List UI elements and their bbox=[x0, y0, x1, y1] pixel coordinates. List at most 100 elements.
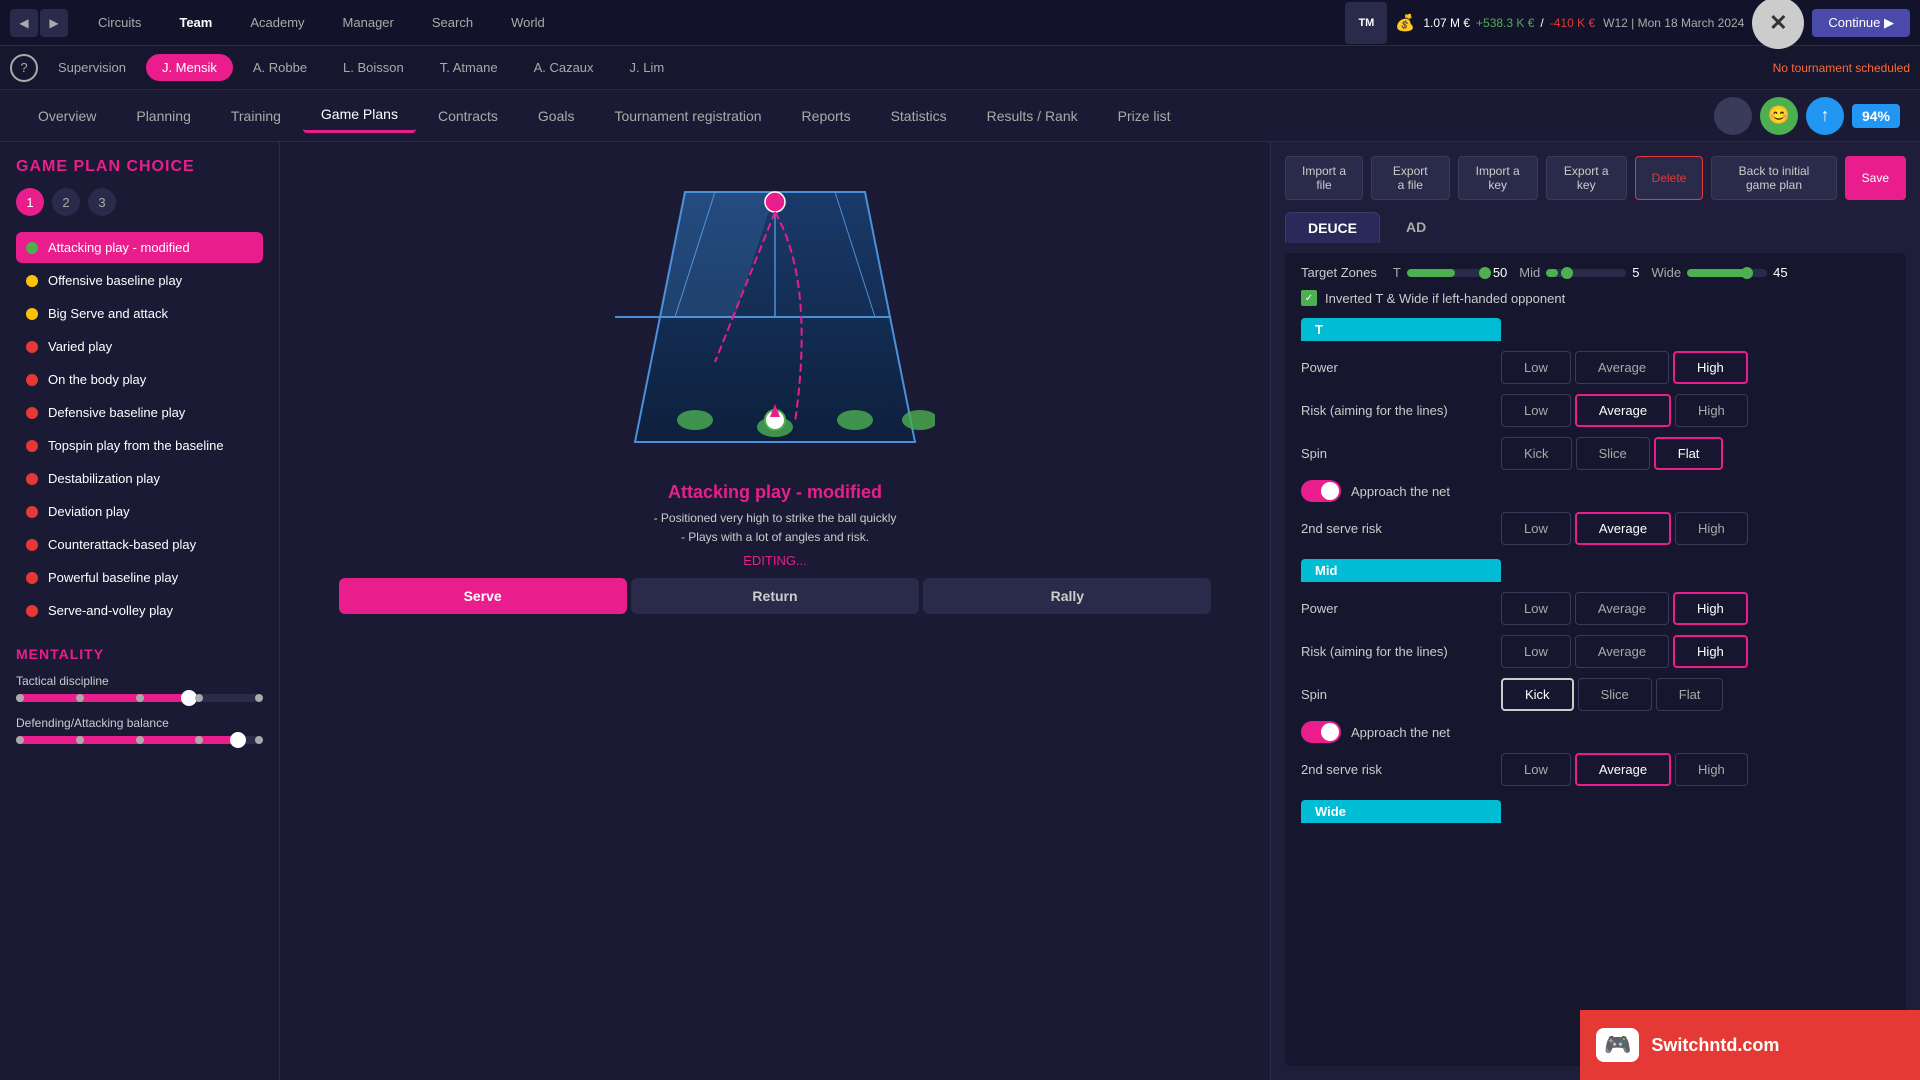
player-tab-3[interactable]: T. Atmane bbox=[424, 54, 514, 81]
save-button[interactable]: Save bbox=[1845, 156, 1906, 200]
t-power-low[interactable]: Low bbox=[1501, 351, 1571, 384]
play-item-2[interactable]: Big Serve and attack bbox=[16, 298, 263, 329]
export-key-button[interactable]: Export a key bbox=[1546, 156, 1627, 200]
play-item-4[interactable]: On the body play bbox=[16, 364, 263, 395]
mid-spin-slice[interactable]: Slice bbox=[1578, 678, 1652, 711]
play-dot-3 bbox=[26, 341, 38, 353]
continue-button[interactable]: Continue ▶ bbox=[1812, 9, 1910, 37]
nav-forward[interactable]: ▶ bbox=[40, 9, 68, 37]
mid-2ndserve-row: 2nd serve risk Low Average High bbox=[1301, 753, 1890, 786]
play-dot-1 bbox=[26, 275, 38, 287]
help-icon[interactable]: ? bbox=[10, 54, 38, 82]
play-item-8[interactable]: Deviation play bbox=[16, 496, 263, 527]
player-tab-4[interactable]: A. Cazaux bbox=[518, 54, 610, 81]
delete-button[interactable]: Delete bbox=[1635, 156, 1704, 200]
mid-2ndserve-low[interactable]: Low bbox=[1501, 753, 1571, 786]
player-tab-1[interactable]: A. Robbe bbox=[237, 54, 323, 81]
mid-2ndserve-average[interactable]: Average bbox=[1575, 753, 1671, 786]
close-button[interactable]: ✕ bbox=[1752, 0, 1804, 49]
zone-mid-slider[interactable] bbox=[1546, 269, 1626, 277]
nav-reports[interactable]: Reports bbox=[784, 100, 869, 132]
export-file-button[interactable]: Export a file bbox=[1371, 156, 1449, 200]
t-risk-average[interactable]: Average bbox=[1575, 394, 1671, 427]
player-tab-0[interactable]: J. Mensik bbox=[146, 54, 233, 81]
player-tab-2[interactable]: L. Boisson bbox=[327, 54, 420, 81]
return-button[interactable]: Return bbox=[631, 578, 919, 614]
nav-search[interactable]: Search bbox=[414, 9, 491, 36]
t-spin-flat[interactable]: Flat bbox=[1654, 437, 1724, 470]
mid-approach-toggle[interactable] bbox=[1301, 721, 1341, 743]
nav-tournament-reg[interactable]: Tournament registration bbox=[596, 100, 779, 132]
income-negative: -410 K € bbox=[1550, 16, 1595, 30]
play-item-10[interactable]: Powerful baseline play bbox=[16, 562, 263, 593]
t-risk-high[interactable]: High bbox=[1675, 394, 1748, 427]
zone-t-section: T Power Low Average High Risk (aiming fo… bbox=[1301, 318, 1890, 545]
nav-back[interactable]: ◀ bbox=[10, 9, 38, 37]
deuce-ad-tabs: DEUCE AD bbox=[1285, 212, 1906, 243]
nav-training[interactable]: Training bbox=[213, 100, 299, 132]
nav-prizelist[interactable]: Prize list bbox=[1100, 100, 1189, 132]
t-power-high[interactable]: High bbox=[1673, 351, 1748, 384]
import-key-button[interactable]: Import a key bbox=[1458, 156, 1538, 200]
nav-contracts[interactable]: Contracts bbox=[420, 100, 516, 132]
rally-button[interactable]: Rally bbox=[923, 578, 1211, 614]
nav-team[interactable]: Team bbox=[161, 9, 230, 36]
nav-goals[interactable]: Goals bbox=[520, 100, 593, 132]
deuce-tab[interactable]: DEUCE bbox=[1285, 212, 1380, 243]
play-item-3[interactable]: Varied play bbox=[16, 331, 263, 362]
zone-wide-slider[interactable] bbox=[1687, 269, 1767, 277]
nav-world[interactable]: World bbox=[493, 9, 563, 36]
t-approach-toggle[interactable] bbox=[1301, 480, 1341, 502]
mid-power-high[interactable]: High bbox=[1673, 592, 1748, 625]
nav-overview[interactable]: Overview bbox=[20, 100, 114, 132]
nav-results[interactable]: Results / Rank bbox=[969, 100, 1096, 132]
player-tab-5[interactable]: J. Lim bbox=[614, 54, 681, 81]
defending-attacking-track[interactable] bbox=[16, 736, 263, 744]
t-risk-options: Low Average High bbox=[1501, 394, 1748, 427]
supervision-tab[interactable]: Supervision bbox=[42, 54, 142, 81]
play-item-7[interactable]: Destabilization play bbox=[16, 463, 263, 494]
mid-risk-low[interactable]: Low bbox=[1501, 635, 1571, 668]
import-file-button[interactable]: Import a file bbox=[1285, 156, 1363, 200]
t-spin-kick[interactable]: Kick bbox=[1501, 437, 1572, 470]
mid-spin-flat[interactable]: Flat bbox=[1656, 678, 1724, 711]
play-item-0[interactable]: Attacking play - modified bbox=[16, 232, 263, 263]
back-to-initial-button[interactable]: Back to initial game plan bbox=[1711, 156, 1836, 200]
play-item-1[interactable]: Offensive baseline play bbox=[16, 265, 263, 296]
mid-2ndserve-high[interactable]: High bbox=[1675, 753, 1748, 786]
plan-1[interactable]: 1 bbox=[16, 188, 44, 216]
mid-power-low[interactable]: Low bbox=[1501, 592, 1571, 625]
t-spin-slice[interactable]: Slice bbox=[1576, 437, 1650, 470]
t-risk-low[interactable]: Low bbox=[1501, 394, 1571, 427]
zone-mid-letter: Mid bbox=[1519, 265, 1540, 280]
nav-circuits[interactable]: Circuits bbox=[80, 9, 159, 36]
nav-statistics[interactable]: Statistics bbox=[873, 100, 965, 132]
play-item-11[interactable]: Serve-and-volley play bbox=[16, 595, 263, 626]
plan-3[interactable]: 3 bbox=[88, 188, 116, 216]
play-dot-7 bbox=[26, 473, 38, 485]
nav-gameplans[interactable]: Game Plans bbox=[303, 98, 416, 133]
mid-power-average[interactable]: Average bbox=[1575, 592, 1669, 625]
mid-risk-average[interactable]: Average bbox=[1575, 635, 1669, 668]
serve-button[interactable]: Serve bbox=[339, 578, 627, 614]
nav-academy[interactable]: Academy bbox=[232, 9, 322, 36]
ad-tab[interactable]: AD bbox=[1384, 212, 1448, 243]
t-2ndserve-high[interactable]: High bbox=[1675, 512, 1748, 545]
plan-2[interactable]: 2 bbox=[52, 188, 80, 216]
nav-manager[interactable]: Manager bbox=[325, 9, 412, 36]
play-item-6[interactable]: Topspin play from the baseline bbox=[16, 430, 263, 461]
tactical-discipline-track[interactable] bbox=[16, 694, 263, 702]
nav-planning[interactable]: Planning bbox=[118, 100, 209, 132]
money-display: 1.07 M € +538.3 K € / -410 K € bbox=[1423, 16, 1595, 30]
court-container bbox=[615, 162, 935, 472]
t-2ndserve-average[interactable]: Average bbox=[1575, 512, 1671, 545]
inverted-checkbox[interactable]: ✓ bbox=[1301, 290, 1317, 306]
mid-risk-high[interactable]: High bbox=[1673, 635, 1748, 668]
mid-spin-kick[interactable]: Kick bbox=[1501, 678, 1574, 711]
zone-t-slider[interactable] bbox=[1407, 269, 1487, 277]
play-item-5[interactable]: Defensive baseline play bbox=[16, 397, 263, 428]
play-description: - Positioned very high to strike the bal… bbox=[654, 509, 897, 547]
t-2ndserve-low[interactable]: Low bbox=[1501, 512, 1571, 545]
play-item-9[interactable]: Counterattack-based play bbox=[16, 529, 263, 560]
t-power-average[interactable]: Average bbox=[1575, 351, 1669, 384]
